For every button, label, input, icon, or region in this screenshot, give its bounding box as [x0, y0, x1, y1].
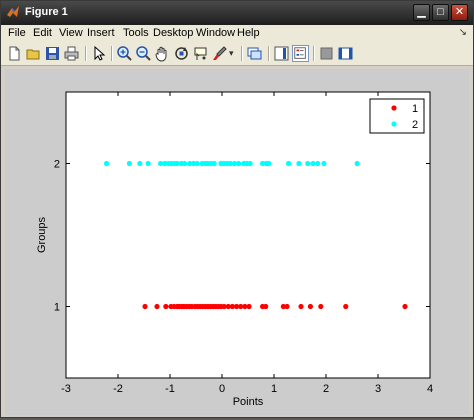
x-axis-label: Points	[233, 396, 264, 408]
save-icon[interactable]	[44, 45, 61, 62]
close-icon: ✕	[454, 6, 465, 18]
legend-icon[interactable]	[292, 45, 309, 62]
dock-arrow-icon[interactable]: ↘	[459, 27, 467, 38]
data-point[interactable]	[145, 160, 151, 167]
data-point[interactable]	[211, 160, 217, 167]
legend[interactable]: 1 2	[369, 98, 425, 134]
axes-area[interactable]	[65, 91, 431, 379]
show-plot-tools-icon[interactable]	[337, 45, 354, 62]
data-point[interactable]	[284, 303, 290, 310]
data-point[interactable]	[296, 160, 302, 167]
colorbar-icon[interactable]	[273, 45, 290, 62]
scatter-plot[interactable]: -3 -2 -1 0 1 2 3 4 1 2 Points Groups 1 2	[5, 69, 469, 415]
data-point[interactable]	[354, 160, 360, 167]
figure-toolbar: ▾	[1, 42, 473, 66]
toolbar-separator	[85, 46, 87, 61]
data-point[interactable]	[318, 303, 324, 310]
data-point[interactable]	[263, 303, 269, 310]
x-tick-label: -1	[165, 383, 175, 395]
menu-tools[interactable]: Tools	[123, 27, 149, 39]
title-bar[interactable]: Figure 1 ▁ □ ✕	[1, 1, 473, 25]
minimize-button[interactable]: ▁	[413, 4, 430, 21]
menu-window[interactable]: Window	[196, 27, 235, 39]
x-tick-label: -3	[61, 383, 71, 395]
data-point[interactable]	[266, 160, 272, 167]
pan-hand-icon[interactable]	[154, 45, 171, 62]
open-file-icon[interactable]	[25, 45, 42, 62]
x-tick-label: 0	[219, 383, 225, 395]
close-button[interactable]: ✕	[451, 4, 468, 21]
data-point[interactable]	[163, 303, 169, 310]
minimize-icon: ▁	[417, 6, 426, 18]
y-tick-label: 1	[54, 302, 60, 314]
data-point[interactable]	[194, 160, 200, 167]
toolbar-separator	[111, 46, 113, 61]
data-point[interactable]	[103, 160, 110, 167]
print-icon[interactable]	[63, 45, 80, 62]
edit-plot-arrow-icon[interactable]	[90, 45, 107, 62]
menu-bar: File Edit View Insert Tools Desktop Wind…	[1, 25, 473, 42]
new-figure-icon[interactable]	[6, 45, 23, 62]
data-point[interactable]	[285, 160, 292, 167]
maximize-icon: □	[437, 6, 444, 18]
data-point[interactable]	[315, 160, 321, 167]
legend-marker-2	[391, 121, 397, 127]
data-point[interactable]	[305, 160, 311, 167]
menu-help[interactable]: Help	[237, 27, 260, 39]
data-point[interactable]	[307, 303, 313, 310]
data-point[interactable]	[343, 303, 349, 310]
data-point[interactable]	[137, 160, 143, 167]
data-point[interactable]	[321, 160, 327, 167]
data-point[interactable]	[126, 160, 133, 167]
data-point[interactable]	[310, 160, 316, 167]
toolbar-separator	[268, 46, 270, 61]
figure-window: Figure 1 ▁ □ ✕ File Edit View Insert Too…	[0, 0, 474, 418]
x-tick-label: 1	[271, 383, 277, 395]
toolbar-separator	[241, 46, 243, 61]
legend-label-1: 1	[412, 103, 418, 115]
x-tick-label: 4	[427, 383, 433, 395]
data-point[interactable]	[246, 303, 252, 310]
rotate-3d-icon[interactable]	[173, 45, 190, 62]
x-tick-label: 2	[323, 383, 329, 395]
figure-canvas: -3 -2 -1 0 1 2 3 4 1 2 Points Groups 1 2	[5, 69, 469, 415]
legend-marker-1	[391, 105, 397, 111]
hide-plot-tools-icon[interactable]	[318, 45, 335, 62]
y-tick-label: 2	[54, 159, 60, 171]
zoom-out-icon[interactable]	[135, 45, 152, 62]
menu-desktop[interactable]: Desktop	[153, 27, 193, 39]
matlab-logo-icon	[7, 6, 19, 17]
legend-label-2: 2	[412, 119, 418, 131]
data-point[interactable]	[298, 303, 304, 310]
data-point[interactable]	[181, 160, 188, 167]
zoom-in-icon[interactable]	[116, 45, 133, 62]
link-plot-icon[interactable]	[246, 45, 263, 62]
y-axis-label: Groups	[36, 216, 48, 253]
menu-insert[interactable]: Insert	[87, 27, 115, 39]
brush-icon[interactable]	[211, 45, 228, 62]
window-title: Figure 1	[25, 6, 68, 18]
data-cursor-icon[interactable]	[192, 45, 209, 62]
data-point[interactable]	[402, 303, 408, 310]
data-point[interactable]	[154, 303, 160, 310]
data-point[interactable]	[247, 160, 253, 167]
brush-dropdown-icon[interactable]: ▾	[229, 45, 237, 62]
menu-file[interactable]: File	[8, 27, 26, 39]
maximize-button[interactable]: □	[432, 4, 449, 21]
x-tick-label: -2	[113, 383, 123, 395]
data-point[interactable]	[236, 160, 242, 167]
toolbar-separator	[313, 46, 315, 61]
menu-view[interactable]: View	[59, 27, 83, 39]
x-tick-label: 3	[375, 383, 381, 395]
menu-edit[interactable]: Edit	[33, 27, 52, 39]
data-point[interactable]	[142, 303, 148, 310]
